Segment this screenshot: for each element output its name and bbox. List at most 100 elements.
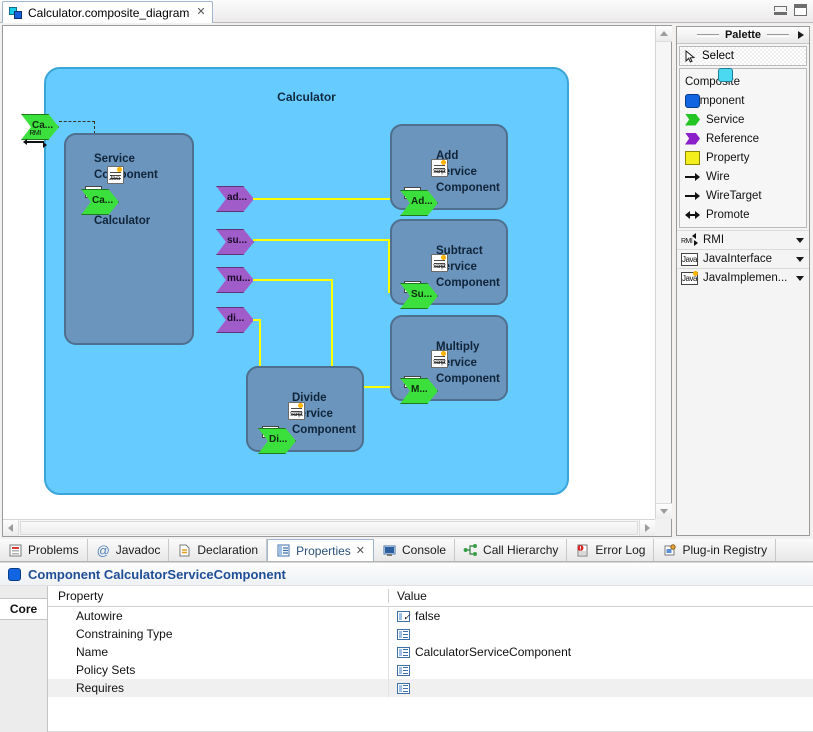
component-calculator-service[interactable]: Calculator Service Component: [64, 133, 194, 345]
view-tabbar: Problems @ Javadoc Declaration Propertie…: [0, 539, 813, 562]
palette-item-component[interactable]: Component: [680, 91, 806, 110]
tab-call-hierarchy[interactable]: Call Hierarchy: [455, 539, 568, 561]
script-implementation-icon[interactable]: Script: [431, 350, 448, 368]
component-name-line: Calculator: [94, 215, 151, 227]
diagram-canvas[interactable]: Calculator Ca... RMI Calculator Service: [3, 26, 655, 519]
property-value-cell[interactable]: [388, 679, 813, 697]
properties-tab-label: Core: [9, 602, 38, 616]
table-row[interactable]: Constraining Type: [48, 625, 813, 643]
palette-drawer-rmi[interactable]: RMI RMI: [677, 230, 809, 249]
script-implementation-icon[interactable]: Script: [288, 402, 305, 420]
scroll-right-button[interactable]: [639, 520, 655, 536]
script-implementation-icon[interactable]: Script: [431, 159, 448, 177]
table-row[interactable]: Name CalculatorServiceComponent: [48, 643, 813, 661]
palette-item-wire[interactable]: Wire: [680, 167, 806, 186]
close-icon[interactable]: ✕: [194, 7, 205, 18]
tab-declaration[interactable]: Declaration: [169, 539, 268, 561]
palette-rule-left: [696, 33, 719, 37]
wire-multiply[interactable]: [253, 279, 333, 281]
palette-item-label: Reference: [706, 132, 760, 145]
palette-item-reference[interactable]: Reference: [680, 129, 806, 148]
palette-item-promote[interactable]: Promote: [680, 205, 806, 224]
properties-side-tabs: Core: [0, 586, 48, 732]
horizontal-scroll-thumb[interactable]: [20, 521, 638, 535]
script-implementation-label: Script: [433, 360, 446, 366]
tab-error-log[interactable]: Error Log: [567, 539, 655, 561]
list-icon: [397, 628, 410, 640]
component-name-line: Component: [436, 373, 500, 385]
palette-drawer-javaimplementation[interactable]: Java JavaImplemen...: [677, 268, 809, 287]
maximize-icon[interactable]: [794, 4, 807, 16]
palette-drawer-javainterface[interactable]: Java JavaInterface: [677, 249, 809, 268]
view-tab-label: Plug-in Registry: [682, 543, 768, 557]
reference-port-label: ad...: [227, 192, 248, 203]
tab-properties[interactable]: Properties ✕: [267, 539, 375, 561]
tab-problems[interactable]: Problems: [0, 539, 88, 561]
script-implementation-icon[interactable]: Script: [431, 254, 448, 272]
property-value: CalculatorServiceComponent: [415, 645, 572, 659]
promote-arrow-icon: [685, 208, 700, 222]
property-value-cell[interactable]: [388, 625, 813, 643]
properties-header-title: Component CalculatorServiceComponent: [28, 566, 286, 582]
chevron-right-icon[interactable]: [798, 31, 804, 39]
chevron-down-icon[interactable]: [796, 257, 804, 262]
chevron-down-icon[interactable]: [796, 276, 804, 281]
editor-tabbar: Calculator.composite_diagram ✕: [0, 0, 813, 23]
script-implementation-label: Script: [290, 412, 303, 418]
property-value-cell[interactable]: [388, 661, 813, 679]
palette-item-wiretarget[interactable]: WireTarget: [680, 186, 806, 205]
palette-tool-group: Composite Component Service Reference Pr…: [679, 68, 807, 228]
list-icon: [397, 646, 410, 658]
palette-header[interactable]: Palette: [677, 27, 809, 44]
component-swatch-icon: [685, 93, 700, 108]
view-tab-label: Javadoc: [115, 543, 161, 557]
property-name: Autowire: [76, 609, 123, 623]
canvas-horizontal-scrollbar[interactable]: [3, 519, 655, 536]
problems-icon: [8, 543, 23, 558]
rmi-binding-label: RMI: [29, 130, 41, 137]
property-value-cell[interactable]: CalculatorServiceComponent: [388, 643, 813, 661]
component-name-line: Service: [94, 153, 135, 165]
properties-table[interactable]: Property Value Autowire ✓ false Constrai…: [48, 586, 813, 732]
reference-port-label: mu...: [227, 273, 251, 284]
script-implementation-label: Script: [433, 264, 446, 270]
table-row[interactable]: Autowire ✓ false: [48, 607, 813, 625]
scroll-up-button[interactable]: [656, 26, 672, 42]
service-port-label: Ca...: [92, 195, 114, 206]
canvas-vertical-scrollbar[interactable]: [655, 26, 672, 519]
column-header-value: Value: [388, 589, 813, 603]
scroll-left-button[interactable]: [3, 520, 19, 536]
table-row[interactable]: Policy Sets: [48, 661, 813, 679]
script-implementation-label: Script: [433, 169, 446, 175]
tab-console[interactable]: Console: [374, 539, 456, 561]
property-value-cell[interactable]: ✓ false: [388, 607, 813, 625]
palette-item-property[interactable]: Property: [680, 148, 806, 167]
wire-subtract[interactable]: [253, 239, 390, 241]
rmi-binding-icon[interactable]: RMI: [23, 130, 47, 148]
palette-item-service[interactable]: Service: [680, 110, 806, 129]
property-name: Name: [76, 645, 109, 659]
chevron-down-icon[interactable]: [796, 238, 804, 243]
tab-plugin-registry[interactable]: Plug-in Registry: [654, 539, 777, 561]
component-name-line: Component: [292, 424, 356, 436]
view-tab-label: Call Hierarchy: [483, 543, 559, 557]
palette-panel: Palette Select Composite Component Servi…: [676, 26, 810, 536]
table-row[interactable]: Requires: [48, 679, 813, 697]
scroll-down-button[interactable]: [656, 503, 672, 519]
component-icon: [8, 567, 21, 581]
component-divide-service[interactable]: Divide Service Component: [246, 366, 364, 452]
tab-javadoc[interactable]: @ Javadoc: [88, 539, 170, 561]
properties-table-header: Property Value: [48, 586, 813, 607]
properties-tab-core[interactable]: Core: [0, 598, 47, 620]
close-icon[interactable]: ✕: [356, 544, 365, 557]
palette-item-composite[interactable]: Composite: [680, 68, 806, 91]
palette-rule-right: [767, 33, 790, 37]
minimize-icon[interactable]: [774, 5, 787, 15]
editor-body: Calculator Ca... RMI Calculator Service: [0, 23, 813, 539]
wire-add[interactable]: [253, 198, 401, 200]
view-tab-label: Problems: [28, 543, 79, 557]
scrollbar-corner: [655, 519, 671, 536]
editor-tab-calculator-composite-diagram[interactable]: Calculator.composite_diagram ✕: [2, 1, 213, 23]
java-implementation-icon[interactable]: Java: [107, 166, 124, 184]
palette-tool-select[interactable]: Select: [679, 46, 807, 66]
